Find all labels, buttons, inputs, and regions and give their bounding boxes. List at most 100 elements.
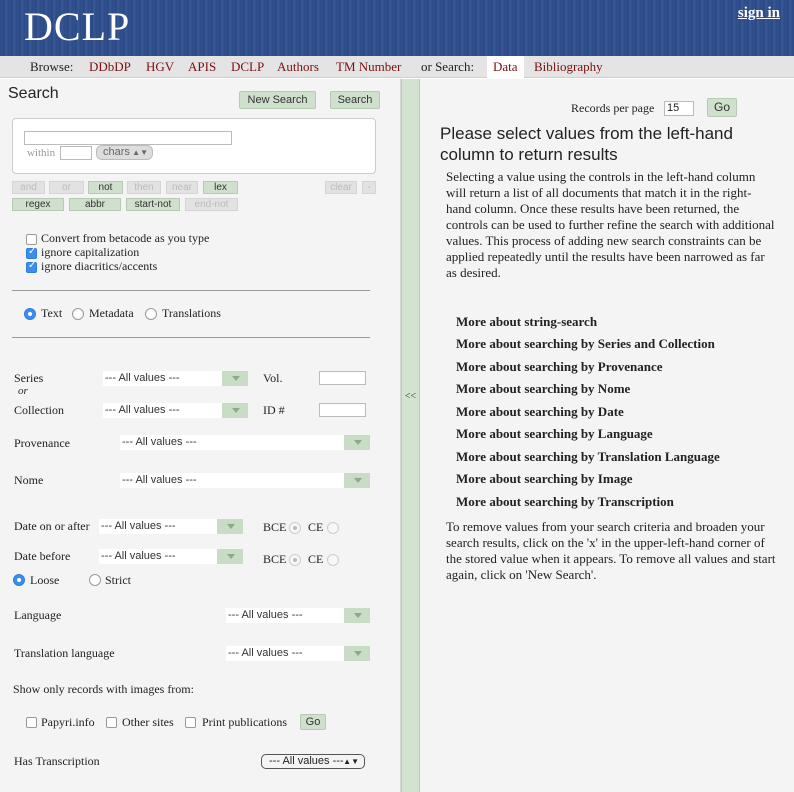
ignore-diacritics-checkbox[interactable] — [26, 260, 37, 273]
date-strict-label: Strict — [105, 573, 131, 587]
has-transcription-select[interactable]: --- All values --- ▲▼ — [261, 754, 365, 769]
series-select[interactable]: --- All values --- — [103, 371, 223, 386]
op-clear-button[interactable]: clear — [325, 181, 357, 194]
search-button[interactable]: Search — [330, 91, 380, 109]
ignore-capitalization-checkbox[interactable] — [26, 246, 37, 259]
has-transcription-label: Has Transcription — [14, 754, 100, 768]
language-select[interactable]: --- All values --- — [226, 608, 345, 623]
more-language-link[interactable]: More about searching by Language — [456, 426, 653, 442]
within-unit-select[interactable]: chars ▲▼ — [96, 145, 153, 160]
nav-hgv[interactable]: HGV — [146, 59, 174, 75]
string-search-input[interactable] — [24, 131, 232, 145]
chevron-down-icon[interactable] — [344, 473, 370, 488]
more-series-collection-link[interactable]: More about searching by Series and Colle… — [456, 336, 715, 352]
vol-input[interactable] — [319, 371, 366, 385]
records-per-page-input[interactable]: 15 — [664, 101, 694, 116]
results-outro: To remove values from your search criter… — [446, 519, 776, 582]
translation-language-select[interactable]: --- All values --- — [226, 646, 345, 661]
nav-ddbdp[interactable]: DDbDP — [89, 59, 131, 75]
op-not-button[interactable]: not — [88, 181, 123, 194]
browse-label: Browse: — [30, 59, 74, 74]
more-string-search-link[interactable]: More about string-search — [456, 314, 597, 330]
site-logo[interactable]: DCLP — [24, 3, 130, 50]
date-after-bce-radio[interactable] — [289, 522, 301, 534]
results-intro: Selecting a value using the controls in … — [446, 169, 775, 280]
more-provenance-link[interactable]: More about searching by Provenance — [456, 359, 663, 375]
provenance-label: Provenance — [14, 436, 70, 450]
date-before-ce-radio[interactable] — [327, 554, 339, 566]
chevron-updown-icon: ▲▼ — [343, 757, 359, 766]
nav-apis[interactable]: APIS — [188, 59, 216, 75]
date-after-ce-radio[interactable] — [327, 522, 339, 534]
betacode-checkbox[interactable] — [26, 234, 37, 245]
images-go-button[interactable]: Go — [300, 714, 326, 730]
nav-bibliography[interactable]: Bibliography — [534, 59, 603, 75]
new-search-button[interactable]: New Search — [239, 91, 316, 109]
chevron-down-icon[interactable] — [222, 371, 248, 386]
within-unit-value: chars — [103, 146, 130, 158]
op-start-not-button[interactable]: start-not — [126, 198, 180, 211]
date-after-label: Date on or after — [14, 519, 90, 533]
op-lex-button[interactable]: lex — [203, 181, 238, 194]
chevron-down-icon[interactable] — [344, 646, 370, 661]
id-input[interactable] — [319, 403, 366, 417]
date-before-select[interactable]: --- All values --- — [99, 549, 218, 564]
collection-select[interactable]: --- All values --- — [103, 403, 223, 418]
date-after-select[interactable]: --- All values --- — [99, 519, 218, 534]
date-before-bce-label: BCE — [263, 552, 287, 566]
more-transcription-link[interactable]: More about searching by Transcription — [456, 494, 674, 510]
op-near-button[interactable]: near — [166, 181, 198, 194]
op-abbr-button[interactable]: abbr — [69, 198, 121, 211]
chevron-down-icon[interactable] — [344, 435, 370, 450]
mode-metadata-radio[interactable] — [72, 308, 84, 320]
chevron-down-icon[interactable] — [344, 608, 370, 623]
sign-in-link[interactable]: sign in — [738, 5, 780, 22]
op-or-button[interactable]: or — [49, 181, 84, 194]
chevron-down-icon[interactable] — [217, 549, 243, 564]
nav-bar: Browse: DDbDP HGV APIS DCLP Authors TM N… — [0, 56, 794, 78]
op-and-button[interactable]: and — [12, 181, 45, 194]
op-end-not-button[interactable]: end-not — [185, 198, 238, 211]
date-loose-radio[interactable] — [13, 574, 25, 586]
mode-text-label: Text — [41, 306, 63, 320]
has-transcription-value: --- All values --- — [269, 755, 344, 767]
tab-data[interactable]: Data — [487, 56, 524, 78]
site-header: DCLP sign in — [0, 0, 794, 56]
mode-translations-radio[interactable] — [145, 308, 157, 320]
print-publications-checkbox[interactable] — [185, 717, 196, 728]
other-sites-checkbox[interactable] — [106, 717, 117, 728]
nav-authors[interactable]: Authors — [277, 59, 319, 75]
op-regex-button[interactable]: regex — [12, 198, 64, 211]
op-then-button[interactable]: then — [127, 181, 161, 194]
chevron-down-icon[interactable] — [217, 519, 243, 534]
vol-label: Vol. — [263, 371, 283, 385]
provenance-select[interactable]: --- All values --- — [120, 435, 345, 450]
chevron-down-icon[interactable] — [222, 403, 248, 418]
more-date-link[interactable]: More about searching by Date — [456, 404, 624, 420]
images-label: Show only records with images from: — [13, 682, 194, 696]
collapse-toggle[interactable]: << — [402, 391, 419, 402]
mode-text-radio[interactable] — [24, 308, 36, 320]
more-translation-language-link[interactable]: More about searching by Translation Lang… — [456, 449, 720, 465]
more-image-link[interactable]: More about searching by Image — [456, 471, 632, 487]
date-after-bce-label: BCE — [263, 520, 287, 534]
papyri-info-checkbox[interactable] — [26, 717, 37, 728]
date-strict-radio[interactable] — [89, 574, 101, 586]
results-heading: Please select values from the left-hand … — [440, 124, 733, 164]
date-before-label: Date before — [14, 549, 71, 563]
records-per-page-label: Records per page — [571, 101, 655, 115]
translation-language-label: Translation language — [14, 646, 115, 660]
column-divider[interactable] — [401, 79, 420, 792]
date-before-bce-radio[interactable] — [289, 554, 301, 566]
date-after-ce-label: CE — [308, 520, 324, 534]
nome-label: Nome — [14, 473, 44, 487]
nome-select[interactable]: --- All values --- — [120, 473, 345, 488]
nav-dclp[interactable]: DCLP — [231, 59, 264, 75]
records-go-button[interactable]: Go — [707, 98, 737, 117]
nav-tm-number[interactable]: TM Number — [336, 59, 401, 75]
op-minus-button[interactable]: - — [362, 181, 376, 194]
mode-metadata-label: Metadata — [89, 306, 134, 320]
within-count-input[interactable] — [60, 146, 92, 160]
more-nome-link[interactable]: More about searching by Nome — [456, 381, 630, 397]
string-search-box: within chars ▲▼ — [12, 118, 376, 174]
